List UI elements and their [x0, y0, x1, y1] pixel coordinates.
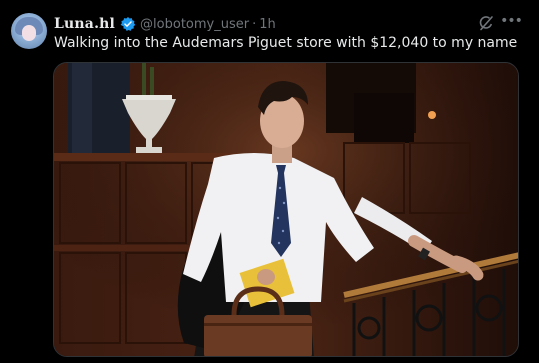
tweet-text: Walking into the Audemars Piguet store w… [54, 35, 518, 51]
more-options-icon[interactable]: ••• [500, 12, 523, 32]
avatar[interactable] [11, 13, 47, 49]
verified-badge-icon[interactable] [120, 16, 136, 32]
display-name[interactable]: Luna.hl [54, 16, 115, 32]
handle[interactable]: @lobotomy_user [140, 17, 249, 32]
timestamp[interactable]: 1h [259, 17, 276, 32]
tweet-photo[interactable] [53, 62, 519, 357]
tweet-header: Luna.hl @lobotomy_user · 1h [54, 14, 276, 34]
avatar-face [22, 25, 36, 41]
photo-scene [54, 63, 518, 356]
tweet[interactable]: Luna.hl @lobotomy_user · 1h ••• Walking … [0, 0, 539, 363]
grok-icon[interactable] [478, 15, 494, 31]
separator-dot: · [252, 16, 257, 32]
